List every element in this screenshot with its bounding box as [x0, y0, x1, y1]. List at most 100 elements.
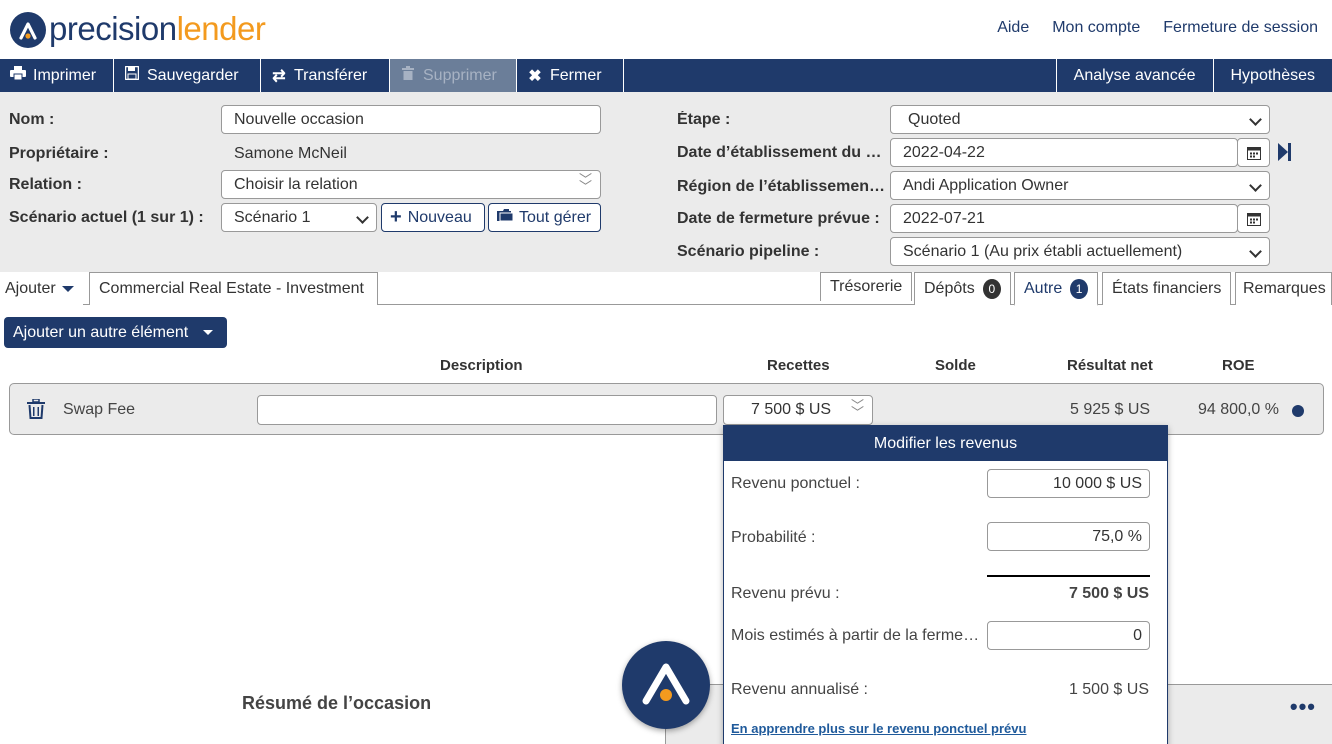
- close-button[interactable]: ✖ Fermer: [517, 59, 624, 92]
- new-scenario-label: Nouveau: [407, 208, 472, 226]
- delete-button[interactable]: Supprimer: [390, 59, 517, 92]
- new-scenario-button[interactable]: + Nouveau: [381, 203, 485, 232]
- description-input[interactable]: [257, 395, 717, 425]
- printer-icon: [10, 66, 26, 85]
- delete-label: Supprimer: [423, 66, 497, 84]
- scenario-value: Scénario 1: [234, 208, 311, 226]
- row-item-name: Swap Fee: [63, 401, 136, 418]
- chevron-down-icon: [1249, 179, 1262, 192]
- step-forward-icon[interactable]: [1278, 143, 1292, 166]
- print-label: Imprimer: [33, 66, 97, 84]
- probability-input[interactable]: 75,0 %: [987, 522, 1150, 551]
- net-result-value: 5 925 $ US: [1070, 401, 1151, 418]
- establishment-date-label: Date d’établissement du …: [677, 144, 882, 161]
- region-select[interactable]: Andi Application Owner: [890, 171, 1270, 200]
- status-dot-icon: [1292, 405, 1304, 417]
- close-icon: ✖: [528, 67, 542, 85]
- column-description: Description: [440, 357, 523, 374]
- caret-down-icon: [203, 330, 214, 335]
- advanced-analysis-button[interactable]: Analyse avancée: [1055, 59, 1213, 92]
- trash-icon: [400, 66, 416, 85]
- double-chevron-down-icon: ﹀ ﹀: [578, 172, 592, 194]
- relation-value: Choisir la relation: [234, 175, 358, 193]
- tab-deposits-label: Dépôts: [924, 280, 975, 297]
- trash-icon[interactable]: [27, 398, 45, 424]
- chevron-down-icon: [1249, 113, 1262, 126]
- add-tab-label: Ajouter: [5, 279, 56, 297]
- calendar-icon[interactable]: [1237, 138, 1270, 167]
- app-launcher-button[interactable]: [622, 641, 710, 729]
- transfer-button[interactable]: ⇄ Transférer: [261, 59, 390, 92]
- add-tab[interactable]: Ajouter: [0, 272, 83, 305]
- name-label: Nom :: [9, 111, 55, 128]
- relation-label: Relation :: [9, 176, 82, 193]
- region-value: Andi Application Owner: [903, 176, 1069, 194]
- stage-value: Quoted: [908, 110, 961, 128]
- more-options-icon[interactable]: •••: [1290, 694, 1316, 720]
- app-header: precisionlender Aide Mon compte Fermetur…: [0, 0, 1332, 59]
- chevron-down-icon: [356, 211, 369, 224]
- months-input[interactable]: 0: [987, 621, 1150, 650]
- print-button[interactable]: Imprimer: [0, 59, 114, 92]
- pipeline-select[interactable]: Scénario 1 (Au prix établi actuellement): [890, 237, 1270, 266]
- help-link[interactable]: Aide: [997, 19, 1029, 37]
- opportunity-form: Nom : Nouvelle occasion Propriétaire : S…: [0, 92, 1332, 272]
- calendar-icon[interactable]: [1237, 204, 1270, 233]
- close-date-input[interactable]: 2022-07-21: [890, 204, 1238, 233]
- logo[interactable]: precisionlender: [10, 8, 266, 48]
- exchange-arrows-icon: ⇄: [272, 67, 286, 85]
- add-other-item-label: Ajouter un autre élément: [13, 323, 189, 341]
- one-time-revenue-label: Revenu ponctuel :: [731, 475, 860, 492]
- manage-all-button[interactable]: Tout gérer: [488, 203, 601, 232]
- months-label: Mois estimés à partir de la ferme…: [731, 627, 980, 644]
- manage-all-label: Tout gérer: [519, 208, 592, 226]
- save-button[interactable]: Sauvegarder: [114, 59, 261, 92]
- column-balance: Solde: [935, 357, 976, 374]
- revenue-value: 7 500 $ US: [751, 401, 832, 418]
- learn-more-link[interactable]: En apprendre plus sur le revenu ponctuel…: [731, 721, 1026, 736]
- stage-label: Étape :: [677, 111, 731, 128]
- stage-select[interactable]: Quoted: [890, 105, 1270, 134]
- owner-value: Samone McNeil: [234, 145, 347, 162]
- toolbar-right: Analyse avancée Hypothèses: [1055, 59, 1332, 92]
- my-account-link[interactable]: Mon compte: [1052, 19, 1140, 37]
- scenario-label: Scénario actuel (1 sur 1) :: [9, 209, 204, 226]
- tab-deposits[interactable]: Dépôts 0: [914, 272, 1011, 305]
- pipeline-label: Scénario pipeline :: [677, 243, 820, 260]
- tab-product[interactable]: Commercial Real Estate - Investment: [89, 272, 378, 305]
- relation-select[interactable]: Choisir la relation ﹀ ﹀: [221, 170, 601, 199]
- one-time-revenue-input[interactable]: 10 000 $ US: [987, 469, 1150, 498]
- caret-down-icon: [61, 285, 74, 292]
- expected-revenue-value: 7 500 $ US: [1068, 585, 1149, 602]
- annualized-revenue-label: Revenu annualisé :: [731, 681, 868, 698]
- logout-link[interactable]: Fermeture de session: [1163, 19, 1318, 37]
- add-other-item-button[interactable]: Ajouter un autre élément: [4, 317, 227, 348]
- scenario-select[interactable]: Scénario 1: [221, 203, 377, 232]
- tab-financials[interactable]: États financiers: [1102, 272, 1232, 305]
- establishment-date-input[interactable]: 2022-04-22: [890, 138, 1238, 167]
- roe-value: 94 800,0 %: [1198, 401, 1279, 418]
- column-net-result: Résultat net: [1067, 357, 1153, 374]
- logo-text: precisionlender: [49, 9, 266, 47]
- other-count-badge: 1: [1070, 278, 1088, 299]
- deposits-count-badge: 0: [982, 279, 1001, 299]
- floppy-disk-icon: [124, 65, 140, 85]
- product-tabs: Ajouter Commercial Real Estate - Investm…: [0, 272, 1332, 306]
- edit-revenue-popup: Modifier les revenus Revenu ponctuel : 1…: [723, 425, 1168, 744]
- revenue-input[interactable]: 7 500 $ US ﹀ ﹀: [723, 395, 873, 425]
- tab-other[interactable]: Autre 1: [1014, 272, 1098, 306]
- tab-notes[interactable]: Remarques: [1235, 272, 1332, 305]
- expected-revenue-label: Revenu prévu :: [731, 585, 840, 602]
- plus-icon: +: [390, 206, 402, 228]
- transfer-label: Transférer: [294, 66, 368, 84]
- hypotheses-button[interactable]: Hypothèses: [1212, 59, 1332, 92]
- tab-treasury[interactable]: Trésorerie: [820, 272, 913, 301]
- close-label: Fermer: [550, 66, 602, 84]
- column-roe: ROE: [1222, 357, 1255, 374]
- folder-icon: [497, 208, 514, 227]
- summary-title: Résumé de l’occasion: [242, 693, 432, 713]
- pipeline-value: Scénario 1 (Au prix établi actuellement): [903, 242, 1183, 260]
- close-date-label: Date de fermeture prévue :: [677, 210, 880, 227]
- name-input[interactable]: Nouvelle occasion: [221, 105, 601, 134]
- annualized-revenue-value: 1 500 $ US: [1068, 681, 1149, 698]
